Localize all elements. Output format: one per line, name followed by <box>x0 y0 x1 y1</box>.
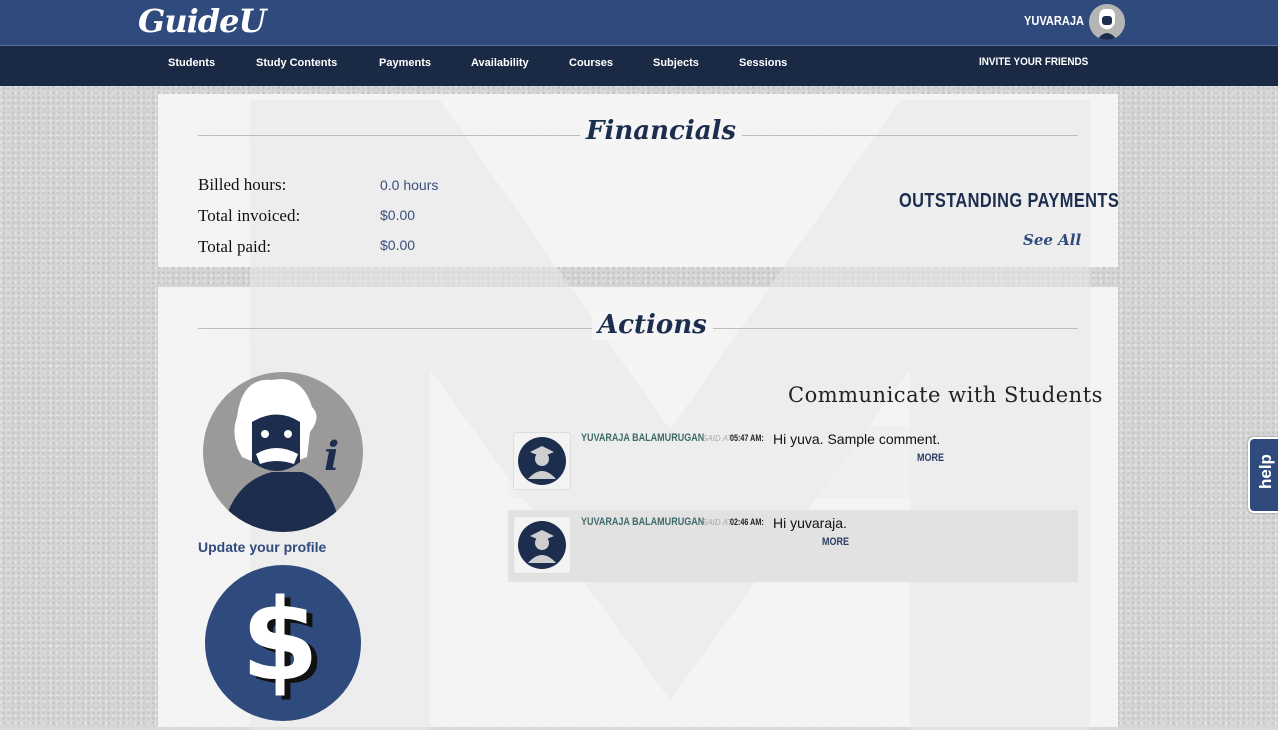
message-author[interactable]: YUVARAJA BALAMURUGAN <box>581 516 704 528</box>
username[interactable]: YUVARAJA <box>1024 13 1084 28</box>
message-text: Hi yuvaraja. <box>773 515 847 531</box>
svg-text:$: $ <box>241 576 319 706</box>
top-bar: GuideU YUVARAJA <box>0 0 1278 45</box>
communicate-title: Communicate with Students <box>788 383 1103 407</box>
total-invoiced-label: Total invoiced: <box>198 206 301 225</box>
graduate-avatar-icon <box>518 521 566 569</box>
message-item: YUVARAJA BALAMURUGAN SAID AT 05:47 AM: H… <box>508 426 1078 498</box>
more-link[interactable]: MORE <box>917 452 944 464</box>
einstein-avatar-icon <box>1089 4 1125 40</box>
update-profile-link[interactable]: Update your profile <box>198 539 326 555</box>
message-time: 02:46 AM: <box>730 517 764 527</box>
nav-students[interactable]: Students <box>168 57 215 69</box>
nav-availability[interactable]: Availability <box>471 57 529 69</box>
update-profile-icon[interactable]: i <box>202 372 364 532</box>
main-nav: Students Study Contents Payments Availab… <box>0 45 1278 86</box>
message-text: Hi yuva. Sample comment. <box>773 431 941 447</box>
student-avatar[interactable] <box>513 432 571 490</box>
invite-friends-link[interactable]: INVITE YOUR FRIENDS <box>979 56 1088 68</box>
more-link[interactable]: MORE <box>822 536 849 548</box>
logo[interactable]: GuideU <box>138 2 266 40</box>
svg-text:i: i <box>324 433 339 480</box>
total-invoiced-value: $0.00 <box>380 207 416 223</box>
nav-subjects[interactable]: Subjects <box>653 57 699 69</box>
see-all-link[interactable]: See All <box>1023 231 1081 249</box>
outstanding-payments-title: OUTSTANDING PAYMENTS <box>899 190 1120 212</box>
message-item: YUVARAJA BALAMURUGAN SAID AT 02:46 AM: H… <box>508 510 1078 582</box>
actions-title: Actions <box>592 310 713 340</box>
graduate-avatar-icon <box>518 437 566 485</box>
nav-study-contents[interactable]: Study Contents <box>256 57 337 69</box>
nav-sessions[interactable]: Sessions <box>739 57 787 69</box>
help-tab[interactable]: help <box>1248 437 1278 513</box>
help-label: help <box>1256 454 1275 489</box>
nav-payments[interactable]: Payments <box>379 57 431 69</box>
message-author[interactable]: YUVARAJA BALAMURUGAN <box>581 432 704 444</box>
student-avatar[interactable] <box>513 516 571 574</box>
billed-hours-label: Billed hours: <box>198 175 287 194</box>
total-paid-label: Total paid: <box>198 237 271 256</box>
billed-hours-value: 0.0 hours <box>380 177 439 193</box>
nav-courses[interactable]: Courses <box>569 57 613 69</box>
total-paid-value: $0.00 <box>380 237 416 253</box>
said-at-label: SAID AT <box>702 434 733 443</box>
said-at-label: SAID AT <box>702 518 733 527</box>
financials-title: Financials <box>580 116 743 146</box>
message-time: 05:47 AM: <box>730 433 764 443</box>
user-avatar[interactable] <box>1089 4 1125 40</box>
dollar-icon[interactable]: $ $ <box>204 565 362 721</box>
